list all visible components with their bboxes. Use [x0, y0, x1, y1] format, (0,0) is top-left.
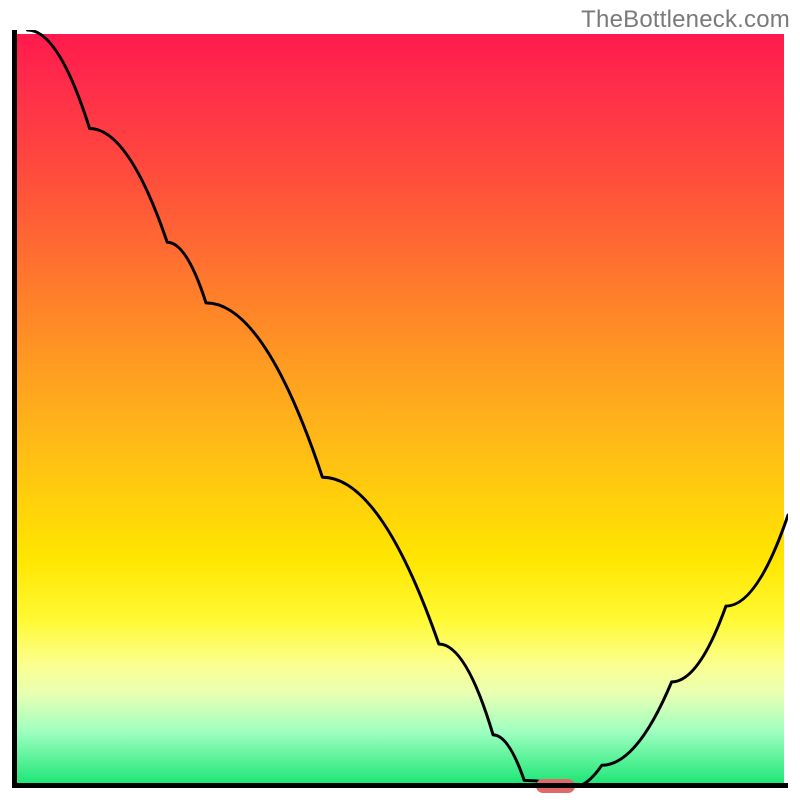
watermark-text: TheBottleneck.com: [581, 6, 790, 34]
plot-area: [12, 30, 788, 788]
bottleneck-curve: [12, 30, 788, 788]
chart-container: TheBottleneck.com: [0, 0, 800, 800]
optimum-marker: [536, 779, 575, 793]
